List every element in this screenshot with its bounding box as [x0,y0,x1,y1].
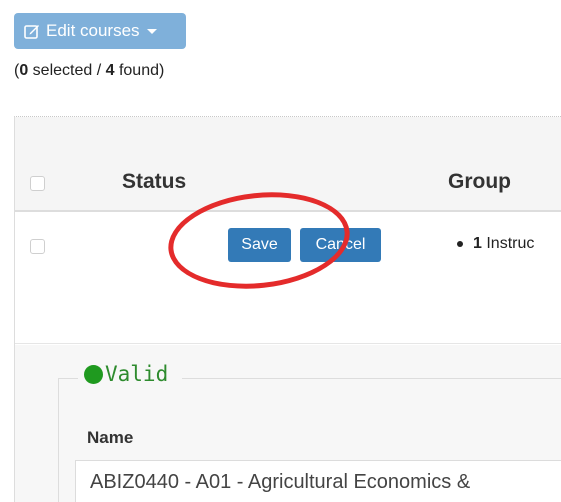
row-checkbox[interactable] [30,239,45,254]
select-all-checkbox[interactable] [30,176,45,191]
status-dot-icon [84,364,103,384]
edit-icon [24,23,40,39]
status-valid-label: Valid [105,362,169,386]
selection-count: (0 selected / 4 found) [14,62,165,79]
table-header: Status Group [15,117,561,212]
name-label: Name [87,428,134,447]
table-row: Save Cancel 1 Instruc [15,214,561,344]
name-field[interactable]: ABIZ0440 - A01 - Agricultural Economics … [75,460,561,502]
app-root: Edit courses (0 selected / 4 found) Stat… [0,0,561,502]
course-fieldset: Valid Name ABIZ0440 - A01 - Agricultural… [58,362,561,502]
group-count: 1 [473,235,482,252]
caret-down-icon [146,28,157,34]
selected-count: 0 [19,62,29,79]
edit-courses-label: Edit courses [46,21,140,40]
column-header-status[interactable]: Status [122,170,186,194]
bullet-icon [457,240,463,247]
group-text: Instruc [486,235,535,252]
column-header-group[interactable]: Group [448,170,511,194]
save-button[interactable]: Save [228,228,291,262]
course-detail-panel: Valid Name ABIZ0440 - A01 - Agricultural… [15,345,561,502]
status-legend: Valid [78,362,183,386]
cancel-button[interactable]: Cancel [300,228,381,262]
found-count: 4 [105,62,115,79]
courses-table: Status Group Save Cancel 1 Instruc Valid… [14,116,561,502]
edit-courses-button[interactable]: Edit courses [14,13,186,49]
group-list-item: 1 Instruc [457,235,534,253]
